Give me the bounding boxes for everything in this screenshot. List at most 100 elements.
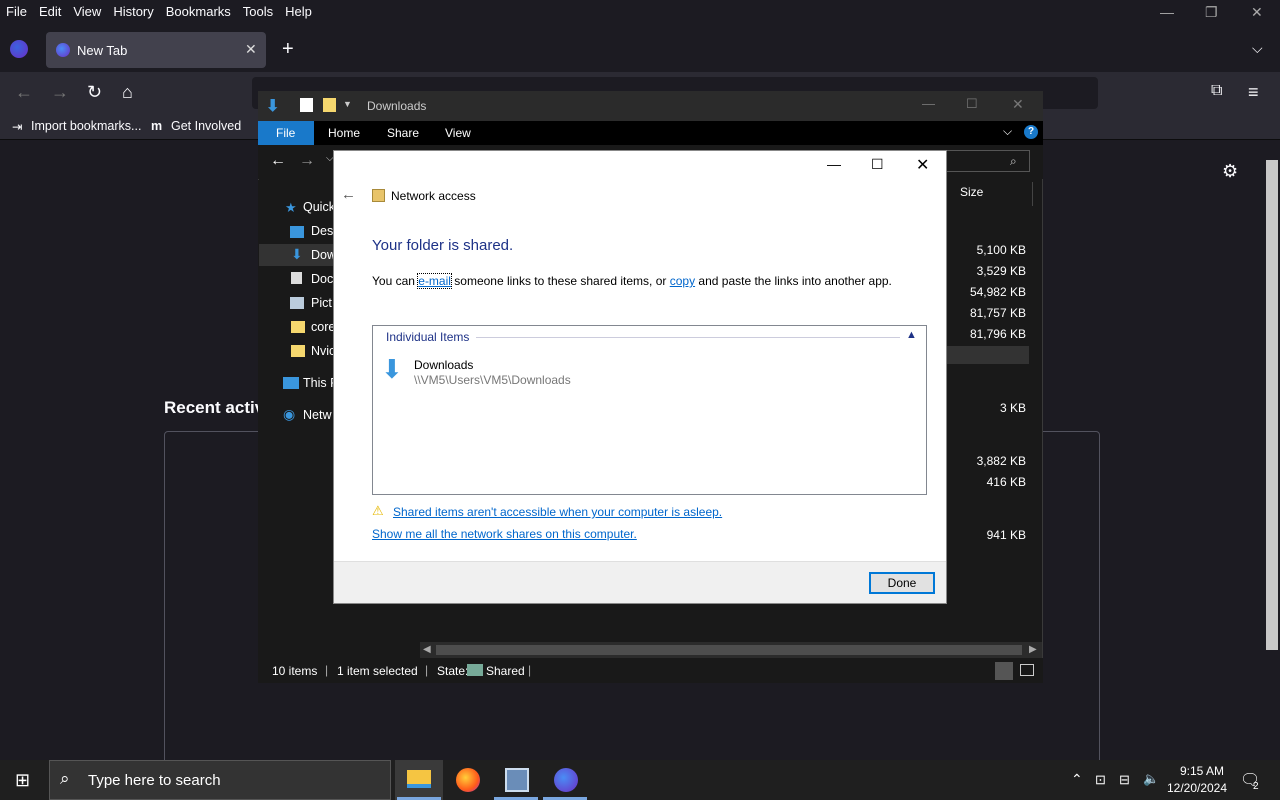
dialog-footer bbox=[334, 561, 946, 603]
help-icon[interactable]: ? bbox=[1024, 125, 1038, 139]
dialog-maximize-icon[interactable]: ☐ bbox=[871, 156, 884, 173]
column-divider bbox=[1032, 182, 1033, 206]
back-icon[interactable]: ← bbox=[15, 82, 33, 103]
menu-tools[interactable]: Tools bbox=[237, 4, 279, 19]
menu-bookmarks[interactable]: Bookmarks bbox=[160, 4, 237, 19]
gear-icon[interactable]: ⚙ bbox=[1222, 161, 1238, 182]
reload-icon[interactable]: ↻ bbox=[87, 82, 102, 103]
status-state-label: State: bbox=[437, 664, 469, 678]
email-link[interactable]: e-mail bbox=[417, 273, 452, 289]
scrollbar-thumb[interactable] bbox=[1266, 160, 1278, 650]
sleep-warning-link[interactable]: Shared items aren't accessible when your… bbox=[393, 505, 722, 519]
status-item-count: 10 items bbox=[272, 664, 318, 678]
ribbon-share-tab[interactable]: Share bbox=[387, 126, 419, 140]
explorer-maximize-icon[interactable]: ☐ bbox=[966, 96, 978, 112]
nav-core[interactable]: core bbox=[311, 320, 335, 334]
nav-quick-access[interactable]: Quick bbox=[303, 200, 335, 214]
large-icons-view-icon[interactable] bbox=[1020, 664, 1034, 676]
nav-pictures[interactable]: Pict bbox=[311, 296, 332, 310]
dialog-close-icon[interactable]: ✕ bbox=[916, 155, 929, 175]
properties-icon[interactable] bbox=[300, 98, 313, 112]
recent-activity-heading: Recent activ bbox=[164, 398, 265, 417]
download-icon: ⬇ bbox=[266, 98, 280, 115]
bookmark-get-involved[interactable]: Get Involved bbox=[171, 119, 241, 133]
explorer-title: Downloads bbox=[367, 99, 427, 113]
network-settings-taskbar-icon[interactable] bbox=[505, 768, 529, 792]
import-icon: ⇥ bbox=[12, 120, 23, 134]
clock-time[interactable]: 9:15 AM bbox=[1172, 764, 1232, 778]
shared-users-icon bbox=[467, 664, 483, 676]
shared-item-path: \\VM5\Users\VM5\Downloads bbox=[414, 373, 571, 387]
new-folder-icon[interactable] bbox=[323, 98, 336, 112]
computer-icon bbox=[283, 377, 299, 389]
forward-icon[interactable]: → bbox=[51, 82, 69, 103]
menu-help[interactable]: Help bbox=[279, 4, 318, 19]
close-icon[interactable]: ✕ bbox=[1251, 4, 1263, 21]
file-size: 81,757 KB bbox=[969, 306, 1026, 320]
explorer-minimize-icon[interactable]: — bbox=[922, 96, 935, 111]
file-explorer-taskbar-icon[interactable] bbox=[407, 770, 431, 788]
dialog-heading: Your folder is shared. bbox=[372, 237, 514, 254]
shared-folder-icon bbox=[372, 189, 385, 202]
menu-icon[interactable]: ≡ bbox=[1248, 82, 1259, 103]
firefox-nightly-taskbar-icon[interactable] bbox=[554, 768, 578, 792]
firefox-view-icon[interactable] bbox=[10, 40, 28, 58]
network-shares-link[interactable]: Show me all the network shares on this c… bbox=[372, 527, 637, 541]
ribbon-view-tab[interactable]: View bbox=[445, 126, 471, 140]
chevron-down-icon[interactable]: ⌵ bbox=[1252, 40, 1263, 57]
quick-access-chevron-icon[interactable]: ▼ bbox=[343, 99, 352, 109]
group-divider bbox=[476, 337, 900, 338]
nav-nvidia[interactable]: Nvic bbox=[311, 344, 335, 358]
menu-history[interactable]: History bbox=[107, 4, 159, 19]
collapse-chevron-icon[interactable]: ▲ bbox=[906, 329, 917, 341]
scroll-left-icon[interactable]: ◀ bbox=[423, 644, 431, 655]
firefox-icon bbox=[56, 43, 70, 57]
windows-start-icon[interactable]: ⊞ bbox=[15, 770, 30, 791]
menu-view[interactable]: View bbox=[67, 4, 107, 19]
restore-icon[interactable]: ❐ bbox=[1205, 4, 1218, 21]
minimize-icon[interactable]: — bbox=[1160, 4, 1174, 20]
file-size: 941 KB bbox=[986, 528, 1026, 542]
volume-muted-icon[interactable]: 🔈 bbox=[1143, 771, 1159, 787]
status-separator: | bbox=[325, 663, 329, 677]
file-size: 3,882 KB bbox=[976, 454, 1026, 468]
menu-file[interactable]: File bbox=[0, 4, 33, 19]
firefox-taskbar-icon[interactable] bbox=[456, 768, 480, 792]
nav-documents[interactable]: Doc bbox=[311, 272, 333, 286]
status-separator: | bbox=[425, 663, 429, 677]
shared-item-name[interactable]: Downloads bbox=[414, 358, 473, 372]
details-view-icon[interactable] bbox=[995, 662, 1013, 680]
bookmark-import[interactable]: Import bookmarks... bbox=[31, 119, 141, 133]
body-text-pre: You can bbox=[372, 274, 419, 288]
horizontal-scrollbar-thumb[interactable] bbox=[436, 645, 1022, 655]
warning-icon: ⚠ bbox=[372, 503, 384, 518]
ribbon-expand-icon[interactable]: ⌵ bbox=[1003, 124, 1012, 139]
download-icon: ⬇ bbox=[291, 246, 303, 262]
nav-network[interactable]: Netw bbox=[303, 408, 331, 422]
status-state-value: Shared bbox=[486, 664, 525, 678]
explorer-forward-icon[interactable]: → bbox=[299, 152, 315, 170]
explorer-search-input[interactable] bbox=[946, 150, 1030, 172]
ribbon-home-tab[interactable]: Home bbox=[328, 126, 360, 140]
menu-edit[interactable]: Edit bbox=[33, 4, 67, 19]
dialog-minimize-icon[interactable]: — bbox=[827, 156, 841, 172]
scroll-right-icon[interactable]: ▶ bbox=[1029, 644, 1037, 655]
done-button[interactable]: Done bbox=[869, 572, 935, 594]
home-icon[interactable]: ⌂ bbox=[122, 82, 133, 103]
explorer-close-icon[interactable]: ✕ bbox=[1012, 96, 1024, 113]
ribbon-file-tab[interactable]: File bbox=[258, 121, 314, 145]
network-tray-icon[interactable]: ⊟ bbox=[1119, 772, 1130, 788]
close-tab-icon[interactable]: ✕ bbox=[245, 41, 257, 58]
status-separator: | bbox=[528, 663, 532, 677]
security-icon[interactable]: ⊡ bbox=[1095, 772, 1106, 788]
copy-link[interactable]: copy bbox=[670, 274, 695, 288]
column-header-size[interactable]: Size bbox=[960, 185, 983, 199]
new-tab-icon[interactable]: + bbox=[282, 38, 294, 61]
extensions-icon[interactable]: ⧉ bbox=[1211, 82, 1222, 100]
show-hidden-icons-icon[interactable]: ⌃ bbox=[1071, 771, 1083, 788]
explorer-back-icon[interactable]: ← bbox=[270, 152, 286, 170]
clock-date[interactable]: 12/20/2024 bbox=[1164, 781, 1230, 795]
search-icon: ⌕ bbox=[60, 769, 70, 788]
dialog-back-icon[interactable]: ← bbox=[341, 186, 356, 203]
status-selected-count: 1 item selected bbox=[337, 664, 418, 678]
